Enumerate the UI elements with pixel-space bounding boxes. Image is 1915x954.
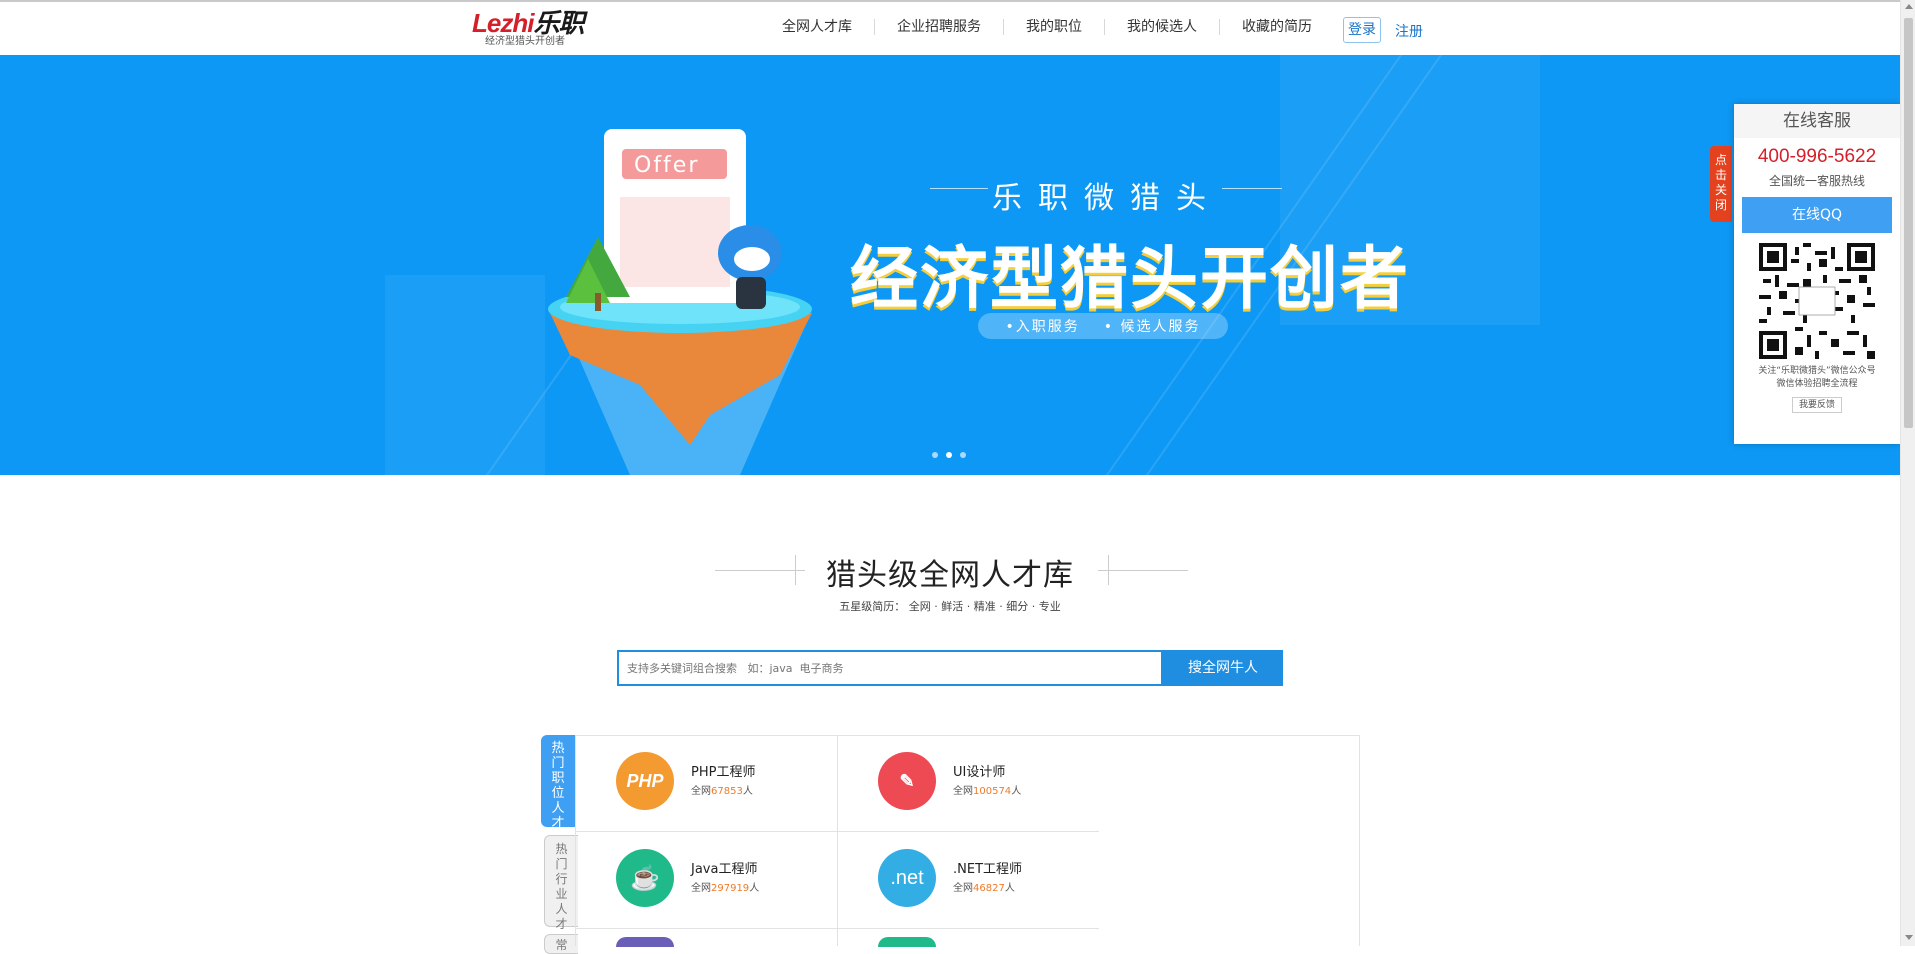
category-name: UI设计师 xyxy=(953,765,1006,780)
java-cup-icon: ☕ xyxy=(616,849,674,907)
category-name: Java工程师 xyxy=(691,862,758,877)
search-button[interactable]: 搜全网牛人 xyxy=(1163,650,1283,686)
carousel-dot[interactable] xyxy=(932,452,938,458)
service-desc-line: 关注“乐职微猎头”微信公众号 xyxy=(1758,366,1876,376)
close-service-panel-button[interactable]: 点击关闭 xyxy=(1710,146,1732,222)
service-item: • 候选人服务 xyxy=(1103,319,1201,335)
carousel-dots xyxy=(932,452,966,458)
nav-saved-resumes[interactable]: 收藏的简历 xyxy=(1220,19,1334,35)
service-phone: 400-996-5622 xyxy=(1757,146,1877,167)
talent-search-input[interactable] xyxy=(617,650,1163,686)
service-desc-line: 微信体验招聘全流程 xyxy=(1776,379,1858,389)
page-scrollbar[interactable] xyxy=(1900,0,1915,946)
tab-hot-jobs[interactable]: 热门职位人才 xyxy=(541,735,575,831)
wechat-qr-code xyxy=(1759,243,1875,359)
tab-hot-industries[interactable]: 热门行业人才 xyxy=(544,835,578,931)
tab-label: 热门行业人才 xyxy=(555,842,568,931)
carousel-dot[interactable] xyxy=(960,452,966,458)
nav-my-jobs[interactable]: 我的职位 xyxy=(1004,19,1105,35)
category-ui-designer[interactable]: ✎ UI设计师 全网100574人 xyxy=(838,737,1100,834)
hero-banner[interactable]: Offer 乐职微猎头 经济型猎头开创者 •入职服务 • 候选人服务 xyxy=(0,55,1900,475)
scroll-down-icon[interactable] xyxy=(1905,935,1913,940)
service-item: •入职服务 xyxy=(1005,319,1080,335)
banner-title: 经济型猎头开创者 xyxy=(850,240,1411,319)
category-count: 全网297919人 xyxy=(691,883,760,894)
category-dotnet[interactable]: .net .NET工程师 全网46827人 xyxy=(838,834,1100,931)
category-name: .NET工程师 xyxy=(953,862,1023,877)
banner-subtitle: 乐职微猎头 xyxy=(992,181,1222,216)
category-count: 全网46827人 xyxy=(953,883,1015,894)
login-button[interactable]: 登录 xyxy=(1343,17,1381,43)
dotnet-icon: .net xyxy=(878,849,936,907)
category-count: 全网67853人 xyxy=(691,786,753,797)
register-link[interactable]: 注册 xyxy=(1395,21,1423,41)
top-header: Lezhi乐职 经济型猎头开创者 全网人才库 企业招聘服务 我的职位 我的候选人… xyxy=(0,0,1900,55)
category-name: PHP工程师 xyxy=(691,765,756,780)
tab-label: 热门职位人才 xyxy=(551,741,565,831)
divider-line xyxy=(930,188,988,189)
offer-island-illustration: Offer xyxy=(548,129,812,475)
service-phone-label: 全国统一客服热线 xyxy=(1768,174,1865,188)
nav-talent-pool[interactable]: 全网人才库 xyxy=(760,19,875,35)
scroll-thumb[interactable] xyxy=(1904,18,1913,428)
pencil-icon: ✎ xyxy=(878,752,936,810)
offer-label: Offer xyxy=(634,153,699,178)
carousel-dot-active[interactable] xyxy=(946,452,952,458)
close-label: 点击关闭 xyxy=(1714,153,1727,212)
logo-wordmark: Lezhi乐职 xyxy=(472,8,584,38)
online-qq-button[interactable]: 在线QQ xyxy=(1742,197,1892,233)
customer-service-panel: 在线客服 400-996-5622 全国统一客服热线 在线QQ 关注“乐职微猎头… xyxy=(1734,104,1900,444)
php-icon: PHP xyxy=(616,752,674,810)
category-php[interactable]: PHP PHP工程师 全网67853人 xyxy=(576,737,838,834)
service-title: 在线客服 xyxy=(1734,104,1900,138)
section-title: 猎头级全网人才库 xyxy=(826,558,1074,593)
category-count: 全网100574人 xyxy=(953,786,1022,797)
tab-common[interactable]: 常 xyxy=(544,934,578,954)
site-logo[interactable]: Lezhi乐职 经济型猎头开创者 xyxy=(472,10,592,50)
main-nav: 全网人才库 企业招聘服务 我的职位 我的候选人 收藏的简历 xyxy=(760,19,1334,35)
banner-services-pill: •入职服务 • 候选人服务 xyxy=(978,313,1228,339)
divider-line xyxy=(1222,188,1282,189)
nav-my-candidates[interactable]: 我的候选人 xyxy=(1105,19,1220,35)
service-description: 关注“乐职微猎头”微信公众号 微信体验招聘全流程 xyxy=(1734,365,1900,391)
nav-recruit-service[interactable]: 企业招聘服务 xyxy=(875,19,1004,35)
banner-decor xyxy=(385,275,545,475)
feedback-button[interactable]: 我要反馈 xyxy=(1792,397,1842,413)
section-subtitle: 五星级简历： 全网 · 鲜活 · 精准 · 细分 · 专业 xyxy=(839,600,1061,613)
category-java[interactable]: ☕ Java工程师 全网297919人 xyxy=(576,834,838,931)
scroll-up-icon[interactable] xyxy=(1905,4,1913,9)
